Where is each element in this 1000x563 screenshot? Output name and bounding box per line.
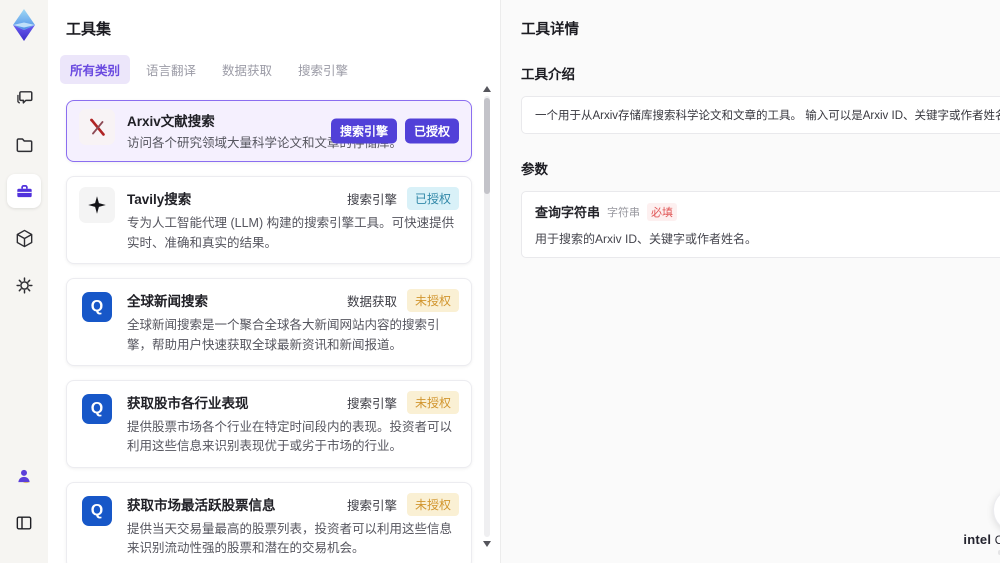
chat-icon xyxy=(14,87,35,108)
tool-badges: 数据获取 未授权 xyxy=(345,289,459,313)
category-badge: 搜索引擎 xyxy=(346,396,397,411)
gear-icon xyxy=(14,275,35,296)
tools-panel-title: 工具集 xyxy=(66,21,112,38)
tool-list-item[interactable]: Q 全球新闻搜索 数据获取 未授权 全球新闻搜索是一个聚合全球各大新闻网站内容的… xyxy=(66,278,472,366)
intro-card: 一个用于从Arxiv存储库搜索科学论文和文章的工具。 输入可以是Arxiv ID… xyxy=(521,96,1000,134)
tool-description: 提供当天交易量最高的股票列表，投资者可以利用这些信息来识别流动性强的股票和潜在的… xyxy=(127,521,453,555)
category-badge: 搜索引擎 xyxy=(330,118,397,144)
auth-badge: 未授权 xyxy=(406,492,459,516)
tool-name: Tavily搜索 xyxy=(127,192,192,208)
param-description: 用于搜索的Arxiv ID、关键字或作者姓名。 xyxy=(535,232,758,246)
sidebar-item-settings[interactable] xyxy=(7,268,41,302)
cube-icon xyxy=(14,228,35,249)
tool-badges: 搜索引擎 已授权 xyxy=(345,187,459,211)
auth-badge: 已授权 xyxy=(406,187,459,211)
scroll-up-arrow-icon[interactable] xyxy=(483,86,491,92)
tavily-star-icon xyxy=(79,187,115,224)
sidebar-item-files[interactable] xyxy=(7,127,41,161)
auth-badge: 未授权 xyxy=(406,289,459,313)
param-required-badge: 必填 xyxy=(647,202,678,221)
app-sidebar xyxy=(0,0,48,563)
tool-badges: 搜索引擎 未授权 xyxy=(345,492,459,516)
details-panel-title: 工具详情 xyxy=(521,22,579,38)
tool-description: 提供股票市场各个行业在特定时间段内的表现。投资者可以利用这些信息来识别表现优于或… xyxy=(127,419,453,454)
param-card: 查询字符串 字符串 必填 用于搜索的Arxiv ID、关键字或作者姓名。 xyxy=(521,191,1000,258)
category-tabs: 所有类别 语言翻译 数据获取 搜索引擎 xyxy=(60,55,500,84)
sidebar-item-tools[interactable] xyxy=(7,174,41,208)
category-badge: 数据获取 xyxy=(346,295,397,310)
list-scrollbar[interactable] xyxy=(483,86,491,547)
tab-数据获取[interactable]: 数据获取 xyxy=(212,55,282,84)
param-name: 查询字符串 xyxy=(535,205,601,220)
param-type: 字符串 xyxy=(607,206,641,219)
tool-name: 获取市场最活跃股票信息 xyxy=(127,497,276,513)
tool-badges: 搜索引擎 未授权 xyxy=(345,390,459,414)
tab-搜索引擎[interactable]: 搜索引擎 xyxy=(288,55,358,84)
auth-badge: 未授权 xyxy=(406,390,459,414)
category-badge: 搜索引擎 xyxy=(346,498,397,513)
sidebar-item-account[interactable] xyxy=(7,459,41,493)
tool-name: 获取股市各行业表现 xyxy=(127,395,249,411)
category-badge: 搜索引擎 xyxy=(346,193,397,208)
tool-list: Arxiv文献搜索 搜索引擎 已授权 访问各个研究领域大量科学论文和文章的存储库… xyxy=(48,98,500,563)
tab-语言翻译[interactable]: 语言翻译 xyxy=(136,55,206,84)
scrollbar-thumb[interactable] xyxy=(484,98,490,194)
tool-badges: 搜索引擎 已授权 xyxy=(330,118,459,144)
arxiv-logo-icon xyxy=(79,109,115,145)
intel-core-logo: intel core xyxy=(963,532,1000,555)
tool-name: 全球新闻搜索 xyxy=(127,294,208,310)
sidebar-item-collapse[interactable] xyxy=(7,506,41,540)
tool-details-panel: 工具详情 工具介绍 一个用于从Arxiv存储库搜索科学论文和文章的工具。 输入可… xyxy=(500,0,1000,563)
download-button[interactable] xyxy=(993,488,1000,532)
tools-panel: 工具集 所有类别 语言翻译 数据获取 搜索引擎 Arxiv文献搜索 搜索引擎 已授权 … xyxy=(48,0,500,563)
tool-description: 专为人工智能代理 (LLM) 构建的搜索引擎工具。可快速提供实时、准确和真实的结… xyxy=(127,216,455,250)
auth-badge: 已授权 xyxy=(404,118,459,144)
intro-text: 一个用于从Arxiv存储库搜索科学论文和文章的工具。 输入可以是Arxiv ID… xyxy=(535,110,1000,122)
news-q-icon: Q xyxy=(79,289,115,325)
scroll-down-arrow-icon[interactable] xyxy=(483,541,491,547)
intro-heading: 工具介绍 xyxy=(521,67,575,82)
toolbox-icon xyxy=(14,181,35,202)
news-q-icon: Q xyxy=(79,391,115,427)
tab-所有类别[interactable]: 所有类别 xyxy=(60,55,131,84)
tool-description: 全球新闻搜索是一个聚合全球各大新闻网站内容的搜索引擎，帮助用户快速获取全球最新资… xyxy=(127,318,440,352)
tool-list-item[interactable]: Arxiv文献搜索 搜索引擎 已授权 访问各个研究领域大量科学论文和文章的存储库… xyxy=(66,100,472,163)
params-heading: 参数 xyxy=(521,162,548,177)
sidebar-item-models[interactable] xyxy=(7,221,41,255)
tool-list-item[interactable]: Tavily搜索 搜索引擎 已授权 专为人工智能代理 (LLM) 构建的搜索引擎… xyxy=(66,176,472,265)
app-logo-icon xyxy=(5,6,43,44)
tool-list-item[interactable]: Q 获取市场最活跃股票信息 搜索引擎 未授权 提供当天交易量最高的股票列表，投资… xyxy=(66,481,472,563)
tool-list-item[interactable]: Q 获取股市各行业表现 搜索引擎 未授权 提供股票市场各个行业在特定时间段内的表… xyxy=(66,379,472,468)
sidebar-item-chat[interactable] xyxy=(7,80,41,114)
news-q-icon: Q xyxy=(79,493,115,529)
core-wordmark: core xyxy=(995,535,1000,547)
intel-wordmark: intel xyxy=(963,532,992,547)
folder-icon xyxy=(14,134,35,155)
user-avatar-icon xyxy=(14,466,34,486)
panel-toggle-icon xyxy=(14,513,34,533)
